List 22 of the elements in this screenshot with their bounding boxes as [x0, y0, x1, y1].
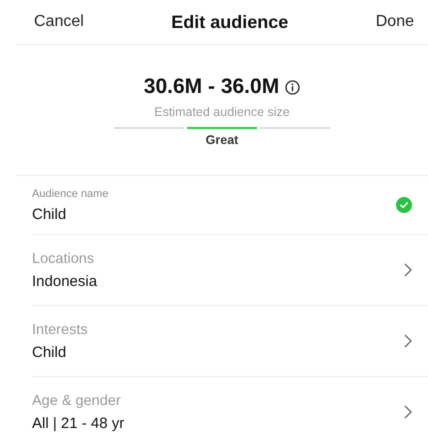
- field-value: All | 21 - 48 yr: [32, 414, 124, 432]
- field-value: Child: [32, 344, 68, 360]
- window-title: Edit audience: [171, 12, 288, 32]
- audience-size-value: 30.6M - 36.0M: [144, 75, 280, 99]
- field-value: Indonesia: [32, 272, 98, 290]
- chevron-right-icon: [404, 334, 412, 348]
- info-icon[interactable]: [285, 80, 300, 94]
- field-label: Age & gender: [32, 392, 122, 408]
- field-label: Locations: [32, 250, 96, 266]
- cancel-button[interactable]: Cancel: [34, 13, 84, 31]
- settings-row[interactable]: Audience name Child: [32, 176, 428, 235]
- settings-row[interactable]: Age & gender All | 21 - 48 yr: [32, 377, 428, 439]
- chevron-right-icon: [404, 263, 412, 277]
- caption: Estimated audience size: [154, 105, 290, 119]
- done-button[interactable]: Done: [376, 13, 414, 31]
- settings-row[interactable]: Locations Indonesia: [32, 235, 428, 306]
- field-label: Interests: [32, 322, 88, 338]
- field-label: Audience name: [32, 188, 108, 200]
- rating-label: Great: [206, 133, 238, 147]
- field-value: Child: [32, 206, 68, 222]
- chevron-right-icon: [404, 405, 412, 419]
- settings-row[interactable]: Interests Child: [32, 306, 428, 377]
